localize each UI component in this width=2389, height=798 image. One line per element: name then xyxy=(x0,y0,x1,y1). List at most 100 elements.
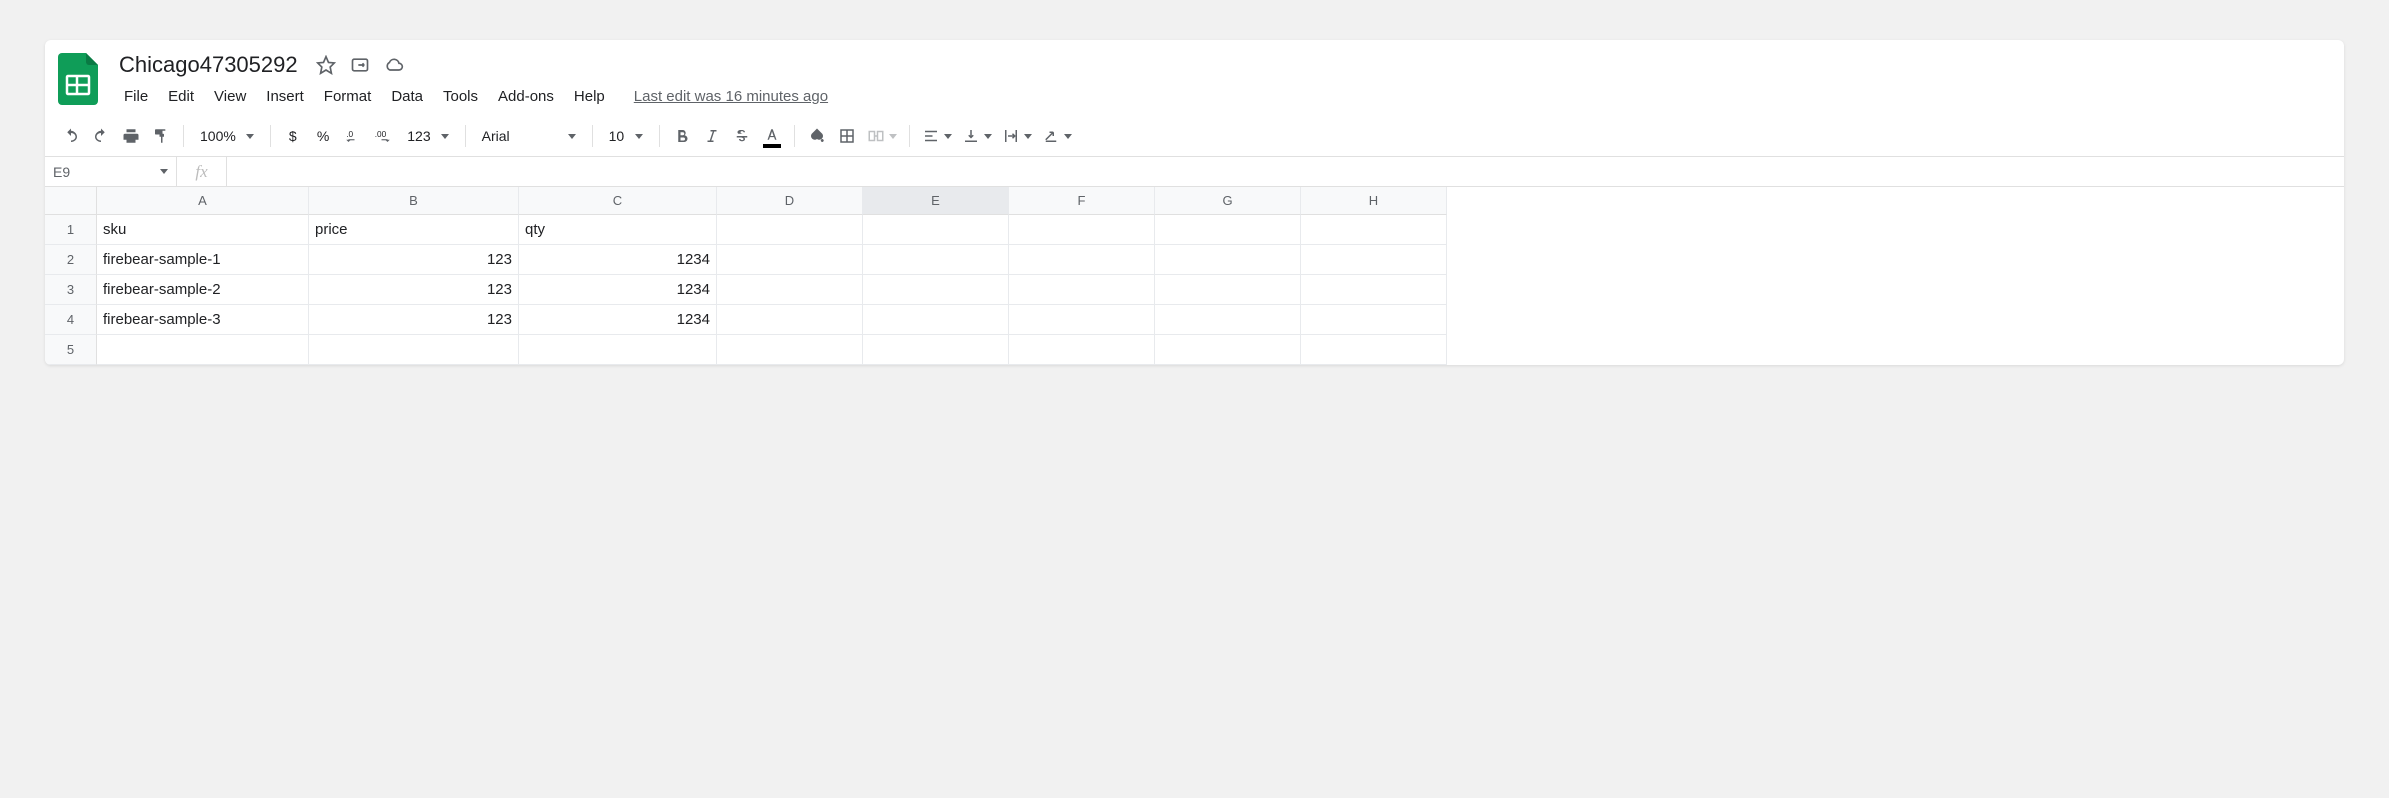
format-percent-button[interactable]: % xyxy=(309,122,337,150)
cell[interactable]: 1234 xyxy=(519,275,717,305)
column-header[interactable]: F xyxy=(1009,187,1155,215)
cell[interactable] xyxy=(1009,305,1155,335)
cell[interactable] xyxy=(1155,215,1301,245)
row-header[interactable]: 2 xyxy=(45,245,97,275)
bold-button[interactable] xyxy=(668,122,696,150)
more-formats-dropdown[interactable]: 123 xyxy=(399,122,456,150)
font-size-dropdown[interactable]: 10 xyxy=(601,122,651,150)
menu-format[interactable]: Format xyxy=(315,84,381,109)
cell[interactable] xyxy=(1301,215,1447,245)
formula-input[interactable] xyxy=(227,157,2344,186)
cell[interactable]: firebear-sample-1 xyxy=(97,245,309,275)
text-color-button[interactable] xyxy=(758,122,786,150)
column-header[interactable]: D xyxy=(717,187,863,215)
undo-button[interactable] xyxy=(57,122,85,150)
cell[interactable]: 1234 xyxy=(519,305,717,335)
text-rotation-button[interactable] xyxy=(1038,122,1076,150)
format-currency-button[interactable]: $ xyxy=(279,122,307,150)
cell[interactable] xyxy=(1155,275,1301,305)
name-box[interactable]: E9 xyxy=(45,157,177,186)
paint-format-button[interactable] xyxy=(147,122,175,150)
cell[interactable] xyxy=(863,245,1009,275)
cell[interactable]: 123 xyxy=(309,305,519,335)
zoom-dropdown[interactable]: 100% xyxy=(192,122,262,150)
increase-decimal-button[interactable]: .00 xyxy=(369,122,397,150)
cell[interactable] xyxy=(863,215,1009,245)
column-header[interactable]: E xyxy=(863,187,1009,215)
menubar: File Edit View Insert Format Data Tools … xyxy=(115,84,828,109)
cell[interactable] xyxy=(1009,215,1155,245)
menu-file[interactable]: File xyxy=(115,84,157,109)
move-icon[interactable] xyxy=(350,55,370,75)
star-icon[interactable] xyxy=(316,55,336,75)
cell[interactable] xyxy=(863,275,1009,305)
cell[interactable]: qty xyxy=(519,215,717,245)
chevron-down-icon xyxy=(889,134,897,139)
chevron-down-icon xyxy=(441,134,449,139)
menu-view[interactable]: View xyxy=(205,84,255,109)
cell[interactable] xyxy=(717,335,863,365)
cell[interactable] xyxy=(1301,275,1447,305)
title-row: Chicago47305292 xyxy=(115,50,828,80)
fill-color-button[interactable] xyxy=(803,122,831,150)
cell[interactable] xyxy=(97,335,309,365)
column-header[interactable]: B xyxy=(309,187,519,215)
column-header[interactable]: C xyxy=(519,187,717,215)
svg-text:.00: .00 xyxy=(375,130,387,139)
cell[interactable] xyxy=(1301,335,1447,365)
cell[interactable] xyxy=(717,215,863,245)
print-button[interactable] xyxy=(117,122,145,150)
cell[interactable] xyxy=(1155,335,1301,365)
column-header[interactable]: G xyxy=(1155,187,1301,215)
cell[interactable] xyxy=(1009,335,1155,365)
cell[interactable] xyxy=(1009,245,1155,275)
cell[interactable] xyxy=(1301,305,1447,335)
document-title[interactable]: Chicago47305292 xyxy=(115,50,302,80)
menu-help[interactable]: Help xyxy=(565,84,614,109)
redo-button[interactable] xyxy=(87,122,115,150)
row-header[interactable]: 5 xyxy=(45,335,97,365)
column-header[interactable]: H xyxy=(1301,187,1447,215)
italic-button[interactable] xyxy=(698,122,726,150)
cell[interactable] xyxy=(717,245,863,275)
menu-insert[interactable]: Insert xyxy=(257,84,313,109)
cell[interactable] xyxy=(1155,245,1301,275)
cell[interactable] xyxy=(1009,275,1155,305)
menu-data[interactable]: Data xyxy=(382,84,432,109)
row-header[interactable]: 1 xyxy=(45,215,97,245)
cell[interactable]: firebear-sample-2 xyxy=(97,275,309,305)
menu-addons[interactable]: Add-ons xyxy=(489,84,563,109)
cell[interactable] xyxy=(717,275,863,305)
cell[interactable] xyxy=(1301,245,1447,275)
horizontal-align-button[interactable] xyxy=(918,122,956,150)
cell[interactable]: sku xyxy=(97,215,309,245)
row-header[interactable]: 4 xyxy=(45,305,97,335)
zoom-value: 100% xyxy=(200,128,236,144)
cell[interactable]: price xyxy=(309,215,519,245)
cell[interactable]: 1234 xyxy=(519,245,717,275)
chevron-down-icon xyxy=(1064,134,1072,139)
font-dropdown[interactable]: Arial xyxy=(474,122,584,150)
row-header[interactable]: 3 xyxy=(45,275,97,305)
borders-button[interactable] xyxy=(833,122,861,150)
cell[interactable]: 123 xyxy=(309,245,519,275)
cell[interactable] xyxy=(863,335,1009,365)
cell[interactable] xyxy=(309,335,519,365)
menu-tools[interactable]: Tools xyxy=(434,84,487,109)
menu-edit[interactable]: Edit xyxy=(159,84,203,109)
decrease-decimal-button[interactable]: .0 xyxy=(339,122,367,150)
cell[interactable] xyxy=(519,335,717,365)
text-wrap-button[interactable] xyxy=(998,122,1036,150)
vertical-align-button[interactable] xyxy=(958,122,996,150)
cell[interactable] xyxy=(1155,305,1301,335)
strikethrough-button[interactable] xyxy=(728,122,756,150)
cell[interactable]: firebear-sample-3 xyxy=(97,305,309,335)
cell[interactable] xyxy=(717,305,863,335)
last-edit-link[interactable]: Last edit was 16 minutes ago xyxy=(634,88,828,105)
column-header[interactable]: A xyxy=(97,187,309,215)
cell[interactable]: 123 xyxy=(309,275,519,305)
cell[interactable] xyxy=(863,305,1009,335)
merge-cells-button[interactable] xyxy=(863,122,901,150)
select-all-corner[interactable] xyxy=(45,187,97,215)
cloud-status-icon[interactable] xyxy=(384,55,404,75)
